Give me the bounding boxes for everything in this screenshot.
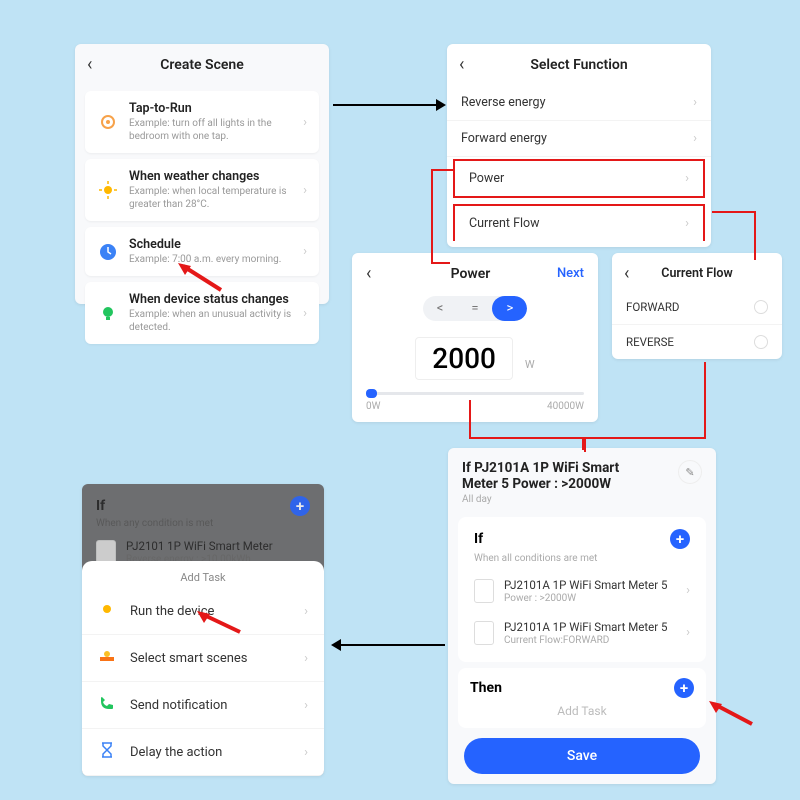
condition-row[interactable]: PJ2101A 1P WiFi Smart Meter 5 Current Fl… (462, 612, 702, 654)
select-function-title: Select Function (477, 57, 681, 73)
save-button[interactable]: Save (464, 738, 700, 774)
task-run-device[interactable]: Run the device › (82, 588, 324, 635)
op-gt[interactable]: > (492, 296, 527, 321)
hourglass-icon (98, 741, 120, 763)
condition-row[interactable]: PJ2101A 1P WiFi Smart Meter 5 Power : >2… (462, 570, 702, 612)
chevron-right-icon: › (685, 171, 689, 186)
op-lt[interactable]: < (423, 296, 458, 321)
task-send-notification[interactable]: Send notification › (82, 682, 324, 729)
then-block: Then + Add Task (458, 668, 706, 728)
flow-arrow (329, 635, 447, 655)
power-value[interactable]: 2000 (432, 342, 496, 375)
option-device-status[interactable]: When device status changes Example: when… (85, 282, 319, 344)
device-icon (474, 621, 494, 645)
flow-arrow (331, 95, 446, 115)
chevron-right-icon: › (303, 115, 307, 130)
device-icon (474, 579, 494, 603)
scene-icon (98, 647, 120, 669)
current-flow-title: Current Flow (642, 266, 752, 281)
radio-icon (754, 335, 768, 349)
chevron-right-icon: › (303, 183, 307, 198)
if-block: If + When all conditions are met PJ2101A… (458, 517, 706, 662)
chevron-right-icon: › (303, 244, 307, 259)
phone-icon (98, 694, 120, 716)
row-reverse-energy[interactable]: Reverse energy › (447, 85, 711, 121)
clock-icon (97, 241, 119, 263)
select-function-header: ‹ Select Function (447, 44, 711, 85)
bulb-icon (97, 302, 119, 324)
chevron-right-icon: › (685, 216, 689, 231)
add-condition-button[interactable]: + (290, 496, 310, 516)
chevron-right-icon: › (693, 131, 697, 146)
chevron-right-icon: › (303, 306, 307, 321)
sun-icon (97, 179, 119, 201)
current-flow-card: ‹ Current Flow FORWARD REVERSE (612, 253, 782, 359)
task-select-scenes[interactable]: Select smart scenes › (82, 635, 324, 682)
edit-icon[interactable]: ✎ (678, 460, 702, 484)
option-sub: Example: when an unusual activity is det… (129, 308, 303, 334)
next-button[interactable]: Next (557, 266, 584, 281)
row-current-flow[interactable]: Current Flow › (453, 204, 705, 241)
add-task-button[interactable]: + (674, 678, 694, 698)
operator-selector[interactable]: < = > (423, 296, 528, 321)
if-sheet-card: If + When any condition is met PJ2101 1P… (82, 484, 324, 776)
power-title: Power (384, 266, 557, 282)
option-tap-to-run[interactable]: Tap-to-Run Example: turn off all lights … (85, 91, 319, 153)
chevron-right-icon: › (686, 625, 690, 640)
chevron-right-icon: › (693, 95, 697, 110)
row-forward-energy[interactable]: Forward energy › (447, 121, 711, 157)
option-title: Tap-to-Run (129, 101, 303, 116)
task-delay[interactable]: Delay the action › (82, 729, 324, 776)
chevron-right-icon: › (304, 698, 308, 713)
option-title: When weather changes (129, 169, 303, 184)
power-slider[interactable] (352, 384, 598, 395)
tap-icon (97, 111, 119, 133)
option-title: When device status changes (129, 292, 303, 307)
add-task-sheet: Add Task Run the device › Select smart s… (82, 561, 324, 776)
back-icon[interactable]: ‹ (624, 263, 642, 284)
chevron-right-icon: › (686, 583, 690, 598)
radio-icon (754, 300, 768, 314)
chevron-right-icon: › (304, 651, 308, 666)
power-unit: W (525, 358, 535, 371)
power-header: ‹ Power Next (352, 253, 598, 290)
summary-header: If PJ2101A 1P WiFi Smart Meter 5 Power :… (448, 448, 716, 511)
operator-pills: < = > (352, 290, 598, 327)
chevron-right-icon: › (304, 604, 308, 619)
option-sub: Example: when local temperature is great… (129, 185, 303, 211)
option-title: Schedule (129, 237, 303, 252)
option-sub: Example: turn off all lights in the bedr… (129, 117, 303, 143)
select-function-card: ‹ Select Function Reverse energy › Forwa… (447, 44, 711, 247)
add-condition-button[interactable]: + (670, 529, 690, 549)
row-reverse[interactable]: REVERSE (612, 325, 782, 359)
create-scene-title: Create Scene (105, 57, 299, 73)
create-scene-header: ‹ Create Scene (75, 44, 329, 85)
sheet-title: Add Task (82, 561, 324, 588)
power-scale: 0W 40000W (352, 401, 598, 412)
back-icon[interactable]: ‹ (366, 263, 384, 284)
current-flow-header: ‹ Current Flow (612, 253, 782, 290)
option-schedule[interactable]: Schedule Example: 7:00 a.m. every mornin… (85, 227, 319, 276)
sun-icon (98, 600, 120, 622)
option-sub: Example: 7:00 a.m. every morning. (129, 253, 303, 266)
row-power[interactable]: Power › (453, 159, 705, 198)
chevron-right-icon: › (304, 745, 308, 760)
power-value-row: 2000 W (352, 327, 598, 384)
op-eq[interactable]: = (457, 296, 492, 321)
red-connector (580, 360, 710, 455)
back-icon[interactable]: ‹ (87, 54, 105, 75)
power-card: ‹ Power Next < = > 2000 W 0W 40000W (352, 253, 598, 422)
create-scene-card: ‹ Create Scene Tap-to-Run Example: turn … (75, 44, 329, 304)
row-forward[interactable]: FORWARD (612, 290, 782, 325)
option-weather[interactable]: When weather changes Example: when local… (85, 159, 319, 221)
summary-card: If PJ2101A 1P WiFi Smart Meter 5 Power :… (448, 448, 716, 784)
back-icon[interactable]: ‹ (459, 54, 477, 75)
